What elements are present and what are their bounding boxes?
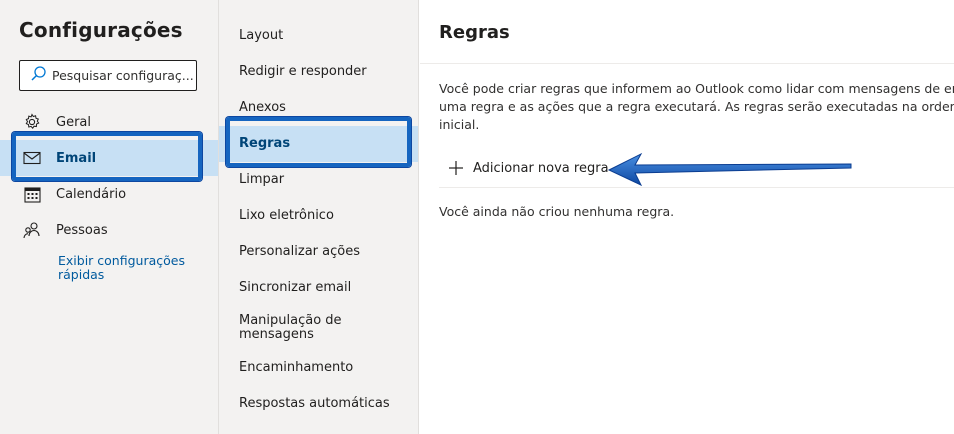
no-rules-message: Você ainda não criou nenhuma regra. — [439, 204, 675, 219]
menu-item-label-line1: Manipulação de — [239, 313, 342, 328]
rules-description-line2: uma regra e as ações que a regra executa… — [439, 99, 954, 114]
quick-settings-link[interactable]: Exibir configurações rápidas — [58, 254, 208, 282]
annotation-arrow-icon — [607, 152, 852, 187]
add-new-rule-label: Adicionar nova regra — [473, 160, 609, 176]
quick-settings-link-line2: rápidas — [58, 267, 105, 282]
nav-item-label: Email — [56, 150, 97, 166]
nav-item-label: Calendário — [56, 186, 127, 202]
search-icon — [30, 65, 47, 86]
menu-item-respostas-automaticas[interactable]: Respostas automáticas — [219, 386, 418, 422]
menu-item-manipulacao-de-mensagens[interactable]: Manipulação de mensagens — [219, 308, 418, 348]
nav-item-geral[interactable]: Geral — [0, 104, 218, 140]
add-new-rule-button[interactable]: Adicionar nova regra — [439, 150, 609, 186]
nav-item-label: Pessoas — [56, 222, 108, 238]
menu-item-personalizar-acoes[interactable]: Personalizar ações — [219, 234, 418, 270]
nav-item-pessoas[interactable]: Pessoas — [0, 212, 218, 248]
rules-description-line3: inicial. — [439, 117, 480, 132]
gear-icon — [22, 112, 42, 132]
settings-nav-pane: Configurações Geral Email Calendário Pes… — [0, 0, 218, 434]
rules-description: Você pode criar regras que informem ao O… — [439, 80, 954, 134]
menu-item-regras[interactable]: Regras — [219, 126, 418, 162]
plus-icon — [448, 160, 464, 176]
calendar-icon — [22, 184, 42, 204]
rules-header: Regras — [420, 0, 954, 64]
rules-pane: Regras Você pode criar regras que inform… — [420, 0, 954, 434]
rules-title: Regras — [439, 22, 510, 43]
menu-item-redigir-e-responder[interactable]: Redigir e responder — [219, 54, 418, 90]
nav-item-calendario[interactable]: Calendário — [0, 176, 218, 212]
email-settings-menu: Layout Redigir e responder Anexos Regras… — [218, 0, 419, 434]
menu-item-limpar[interactable]: Limpar — [219, 162, 418, 198]
menu-item-encaminhamento[interactable]: Encaminhamento — [219, 350, 418, 386]
nav-item-label: Geral — [56, 114, 91, 130]
rules-description-line1: Você pode criar regras que informem ao O… — [439, 81, 954, 96]
nav-item-email[interactable]: Email — [0, 140, 218, 176]
quick-settings-link-line1: Exibir configurações — [58, 253, 185, 268]
menu-item-anexos[interactable]: Anexos — [219, 90, 418, 126]
menu-item-lixo-eletronico[interactable]: Lixo eletrônico — [219, 198, 418, 234]
menu-item-label-line2: mensagens — [239, 327, 314, 342]
menu-item-sincronizar-email[interactable]: Sincronizar email — [219, 270, 418, 306]
settings-title: Configurações — [19, 18, 183, 42]
menu-item-layout[interactable]: Layout — [219, 18, 418, 54]
mail-icon — [22, 148, 42, 168]
people-icon — [22, 220, 42, 240]
settings-search-box[interactable] — [19, 60, 197, 91]
settings-search-input[interactable] — [52, 68, 196, 83]
